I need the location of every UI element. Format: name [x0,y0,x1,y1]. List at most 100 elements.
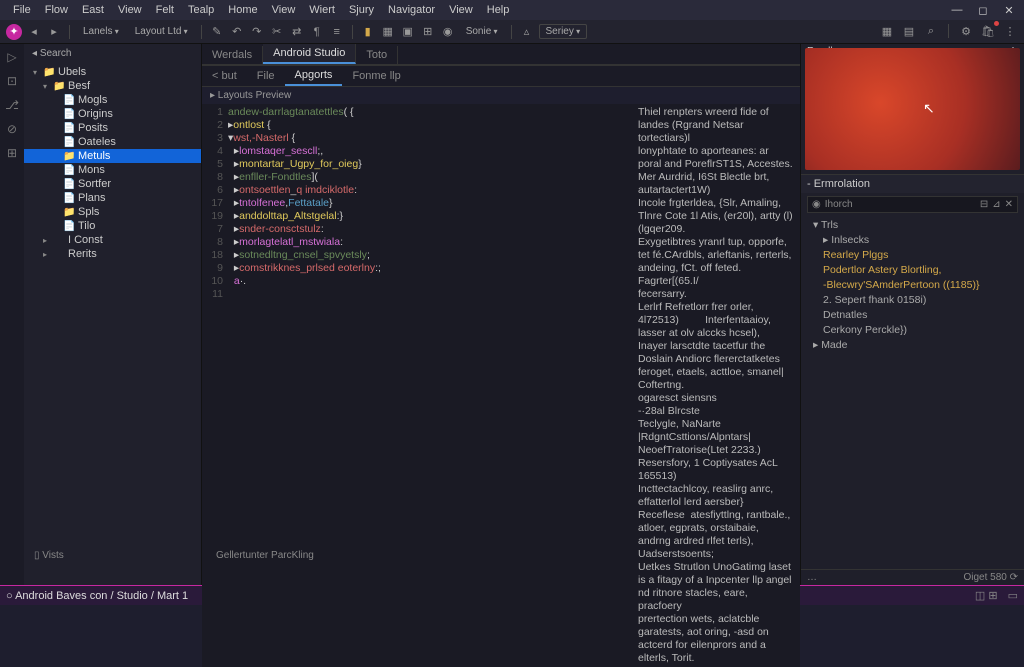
status-indicator[interactable]: ◫ ⊞ [975,589,998,602]
toggle-icon[interactable]: ⊞ [420,24,436,40]
insp-item[interactable]: Cerkony Perckle}) [805,323,1020,338]
bell-icon[interactable]: ⚙ [958,24,974,40]
inspector-header[interactable]: - Ermrolation [801,174,1024,193]
menu-view[interactable]: View [442,2,480,18]
inspector-footer: … Oiget 580 ⟳ [801,569,1024,585]
window-controls: — ◻ ✕ [948,4,1018,17]
activity-bar: ▷ ⊡ ⎇ ⊘ ⊞ [0,44,24,585]
menu-flow[interactable]: Flow [38,2,75,18]
close2-icon[interactable]: ✕ [1005,199,1013,210]
more-icon[interactable]: ⋮ [1002,24,1018,40]
insp-item[interactable]: Podertlor Astery Blortling, [805,263,1020,278]
menu-help[interactable]: Help [480,2,517,18]
search-icon[interactable]: ⌕ [923,24,939,40]
toolbar: ✦ ◂ ▸ Lanels Layout Ltd ✎ ↶ ↷ ✂ ⇄ ¶ ≡ ▮ … [0,20,1024,44]
menu-wiert[interactable]: Wiert [302,2,342,18]
insp-item[interactable]: Rearley Plggs [805,248,1020,263]
insp-item[interactable]: ▸ Inlsecks [805,233,1020,248]
output-panel[interactable]: Thiel renpters wreerd fide of landes (Rg… [632,104,800,667]
tree-item-mogls[interactable]: 📄Mogls [24,93,201,107]
inspector-search[interactable]: ◉ Ihorch ⊟ ⊿ ✕ [807,196,1018,213]
project-sidebar: ◂ Search ▾📁Ubels▾📁Besf📄Mogls📄Origins📄Pos… [24,44,202,585]
tree-item-origins[interactable]: 📄Origins [24,107,201,121]
menu-east[interactable]: East [75,2,111,18]
cut-icon[interactable]: ✂ [269,24,285,40]
tab-werdals[interactable]: Werdals [202,46,263,64]
search-header: ◂ Search [24,44,201,63]
layout-dropdown[interactable]: Layout Ltd [129,25,194,38]
close-icon[interactable]: ✕ [1000,4,1018,17]
insp-item[interactable]: ▾ Trls [805,218,1020,233]
tree-item-oateles[interactable]: 📄Oateles [24,135,201,149]
layouts-preview-header[interactable]: ▸ Layouts Preview [202,87,800,104]
tree-item-sortfer[interactable]: 📄Sortfer [24,177,201,191]
insp-item[interactable]: Detnatles [805,308,1020,323]
maximize-icon[interactable]: ◻ [974,4,992,17]
tree-item-posits[interactable]: 📄Posits [24,121,201,135]
tool-icon[interactable]: ✎ [209,24,225,40]
gear-icon[interactable]: ◉ [440,24,456,40]
tree-item-mons[interactable]: 📄Mons [24,163,201,177]
insp-item[interactable]: 2. Sepert fhank 0158i) [805,293,1020,308]
link-icon[interactable]: ⇄ [289,24,305,40]
insp-item[interactable]: ▸ Made [805,338,1020,353]
bottom-code-panel[interactable]: 12345861719781891011 andew-darrlagtanate… [202,104,632,667]
cursor-icon: ↖ [923,100,935,117]
tab-toto[interactable]: Toto [356,46,398,64]
gel-label: Gellertunter ParcKling [210,548,320,563]
tree-item-tilo[interactable]: 📄Tilo [24,219,201,233]
tree-item-spls[interactable]: 📁Spls [24,205,201,219]
btab-file[interactable]: File [247,67,285,85]
btab-but[interactable]: < but [202,67,247,85]
tree-item-plans[interactable]: 📄Plans [24,191,201,205]
clear-icon[interactable]: ⊟ [980,199,988,210]
tree-item-i const[interactable]: ▸I Const [24,233,201,247]
labels-dropdown[interactable]: Lanels [77,25,125,38]
menu-navigator[interactable]: Navigator [381,2,442,18]
btab-apgorts[interactable]: Apgorts [285,66,343,86]
insp-item[interactable]: -Blecwry'SAmderPertoon ((1185)} [805,278,1020,293]
cart-icon[interactable]: 🛍 [980,24,996,40]
menu-felt[interactable]: Felt [149,2,181,18]
forward-icon[interactable]: ▸ [46,24,62,40]
ext-icon[interactable]: ⊞ [7,146,17,160]
sonie-dropdown[interactable]: Sonie [460,25,504,38]
layout-icon[interactable]: ▦ [879,24,895,40]
tab-android-studio[interactable]: Android Studio [263,44,356,64]
tree-item-besf[interactable]: ▾📁Besf [24,79,201,93]
image-icon[interactable]: ▣ [400,24,416,40]
menu-sjury[interactable]: Sjury [342,2,381,18]
tree-item-metuls[interactable]: 📁Metuls [24,149,201,163]
menu-file[interactable]: File [6,2,38,18]
status-page[interactable]: ▭ [1008,589,1018,602]
preview-panel[interactable]: Ryroll ⋮ ↖ [801,44,1024,174]
app-logo-icon[interactable]: ✦ [6,24,22,40]
files-icon[interactable]: ▷ [7,50,16,64]
menu-tealp[interactable]: Tealp [181,2,221,18]
debug-icon[interactable]: ⊘ [7,122,17,136]
menu-view[interactable]: View [111,2,149,18]
db-icon[interactable]: ▤ [901,24,917,40]
tree-item-rerits[interactable]: ▸Rerits [24,247,201,261]
seriey-button[interactable]: Seriey [539,24,588,39]
format-icon[interactable]: ¶ [309,24,325,40]
back-icon[interactable]: ◂ [26,24,42,40]
status-left[interactable]: ○ Android Baves con / Studio / Mart 1 [6,590,188,602]
tree-item-ubels[interactable]: ▾📁Ubels [24,65,201,79]
menu-view[interactable]: View [265,2,303,18]
vists-label[interactable]: ▯ Vists [28,548,70,563]
search-ico: ◉ [812,199,821,210]
menu-home[interactable]: Home [221,2,264,18]
list-icon[interactable]: ≡ [329,24,345,40]
undo-icon[interactable]: ↶ [229,24,245,40]
search2-icon[interactable]: ⊡ [7,74,17,88]
branch-icon[interactable]: ⎇ [5,98,19,112]
menu-bar: FileFlowEastViewFeltTealpHomeViewWiertSj… [0,0,1024,20]
folder-icon[interactable]: ▮ [360,24,376,40]
grid-icon[interactable]: ▦ [380,24,396,40]
minimize-icon[interactable]: — [948,4,966,17]
play-icon[interactable]: ▵ [519,24,535,40]
redo-icon[interactable]: ↷ [249,24,265,40]
filter-icon[interactable]: ⊿ [992,199,1000,210]
btab-fonme llp[interactable]: Fonme llp [342,67,410,85]
